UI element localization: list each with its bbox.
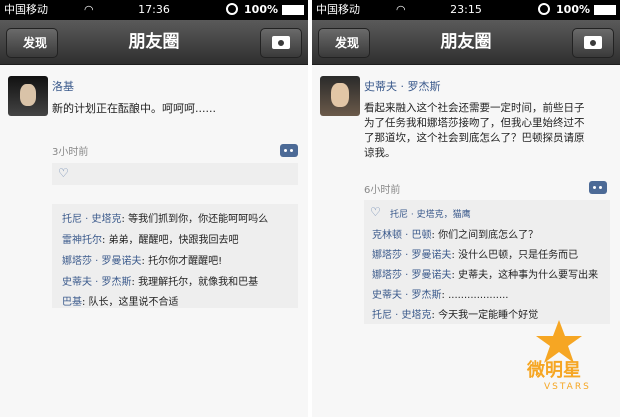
comment-item[interactable]: 托尼 · 史塔克: 等我们抓到你，你还能呵呵吗么 [62,210,268,225]
watermark-text: 微明星 [527,360,581,381]
avatar[interactable] [320,76,360,116]
battery-icon [282,5,304,15]
post-text-line: 看起来融入这个社会还需要一定时间，前些日子 [364,102,585,114]
battery-percent: 100% [244,3,278,16]
post-time: 3小时前 [52,147,89,158]
post-text: 新的计划正在酝酿中。呵呵呵...... [52,102,216,115]
post-text-line: 为了任务我和娜塔莎接吻了，但我心里始终过不 [364,117,585,129]
comment-item[interactable]: 巴基: 队长，这里说不合适 [62,293,179,308]
comment-item[interactable]: 托尼 · 史塔克: 今天我一定能睡个好觉 [372,306,538,321]
comment-item[interactable]: 娜塔莎 · 罗曼诺夫: 托尔你才醒醒吧! [62,252,222,267]
camera-button[interactable] [572,28,614,58]
camera-icon [272,36,290,49]
post-author[interactable]: 洛基 [52,78,74,94]
battery-icon [594,5,616,15]
comment-item[interactable]: 娜塔莎 · 罗曼诺夫: 史蒂夫，这种事为什么要写出来 [372,266,598,281]
comment-item[interactable]: 雷神托尔: 弟弟，醒醒吧，快跟我回去吧 [62,231,239,246]
comment-item[interactable]: 史蒂夫 · 罗杰斯: ................... [372,286,509,301]
right-screen: 中国移动 ◠ 23:15 100% 发现 朋友圈 史蒂夫 · 罗杰斯 看起来融入… [312,0,620,417]
post-time: 6小时前 [364,185,401,196]
rotation-lock-icon [538,3,550,15]
comment-item[interactable]: 史蒂夫 · 罗杰斯: 我理解托尔，就像我和巴基 [62,273,258,288]
likers-list[interactable]: 托尼 · 史塔克，猫鹰 [390,207,471,220]
rotation-lock-icon [226,3,238,15]
camera-icon [584,36,602,49]
heart-icon[interactable]: ♡ [370,205,381,219]
heart-icon[interactable]: ♡ [58,166,69,180]
comment-item[interactable]: 娜塔莎 · 罗曼诺夫: 没什么巴顿，只是任务而已 [372,246,578,261]
avatar[interactable] [8,76,48,116]
left-screen: 中国移动 ◠ 17:36 100% 发现 朋友圈 洛基 新的计划正在酝酿中。呵呵… [0,0,308,417]
status-bar: 中国移动 ◠ 17:36 100% [0,0,308,20]
post-text: 看起来融入这个社会还需要一定时间，前些日子 为了任务我和娜塔莎接吻了，但我心里始… [364,101,585,161]
comment-item[interactable]: 克林顿 · 巴顿: 你们之间到底怎么了？ [372,226,538,241]
post-author[interactable]: 史蒂夫 · 罗杰斯 [364,78,441,94]
post-text-line: 了那道坎，这个社会到底怎么了？巴顿探员请原 [364,132,585,144]
nav-bar: 发现 朋友圈 [312,20,620,65]
battery-percent: 100% [556,3,590,16]
more-icon[interactable] [589,181,607,194]
watermark-sub: VSTARS [544,382,591,392]
camera-button[interactable] [260,28,302,58]
status-bar: 中国移动 ◠ 23:15 100% [312,0,620,20]
nav-bar: 发现 朋友圈 [0,20,308,65]
like-box: ♡ [52,163,298,185]
more-icon[interactable] [280,144,298,157]
post-text-line: 谅我。 [364,147,396,159]
